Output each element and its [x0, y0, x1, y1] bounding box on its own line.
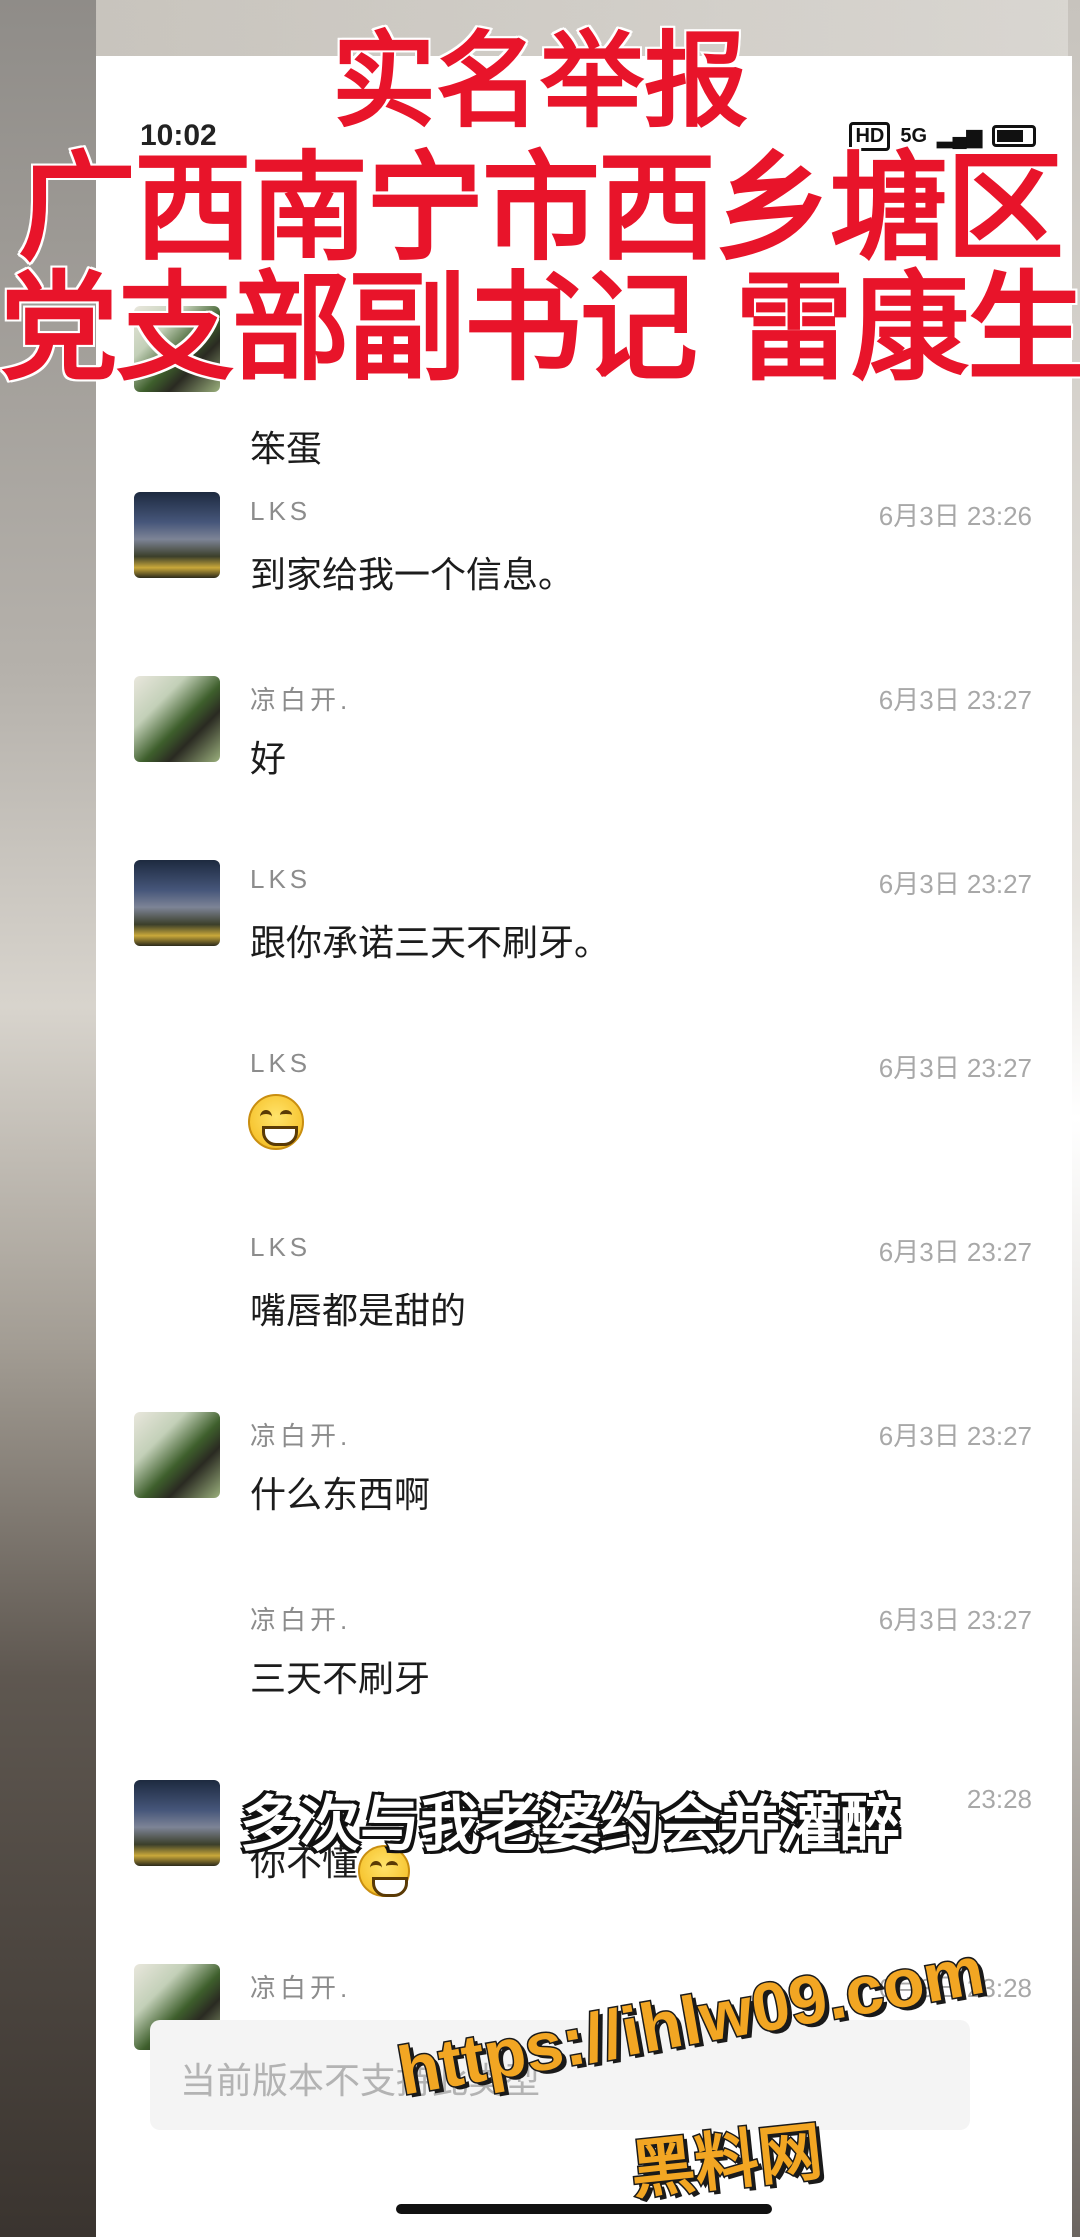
message-time: 23:28: [966, 1784, 1032, 1814]
sender-name: 凉白开.: [250, 1605, 352, 1635]
avatar[interactable]: [134, 676, 220, 762]
sender-name: 凉白开.: [250, 685, 352, 715]
avatar[interactable]: [134, 860, 220, 946]
home-indicator[interactable]: [396, 2204, 772, 2214]
overlay-title-line3: 党支部副书记 雷康生: [0, 257, 1080, 399]
grin-emoji-icon: [248, 1094, 304, 1150]
message-text: 什么东西啊: [250, 1475, 431, 1516]
avatar[interactable]: [134, 1780, 220, 1866]
message-item[interactable]: 凉白开. 6月3日 23:27 三天不刷牙: [96, 1596, 1072, 1780]
message-item[interactable]: LKS 6月3日 23:27: [96, 1044, 1072, 1228]
sender-name: 凉白开.: [250, 1421, 352, 1451]
message-time: 6月3日 23:27: [878, 1421, 1032, 1451]
message-time: 6月3日 23:26: [878, 501, 1032, 531]
message-text: 好: [250, 739, 287, 780]
avatar[interactable]: [134, 1412, 220, 1498]
message-item[interactable]: LKS 6月3日 23:26 到家给我一个信息。: [96, 492, 1072, 676]
message-item[interactable]: 凉白开. 6月3日 23:27 什么东西啊: [96, 1412, 1072, 1596]
sender-name: LKS: [250, 1048, 312, 1078]
message-time: 6月3日 23:27: [878, 869, 1032, 899]
message-item[interactable]: 凉白开. 6月3日 23:27 好: [96, 676, 1072, 860]
message-text: 嘴唇都是甜的: [250, 1291, 467, 1332]
sender-name: 凉白开.: [250, 1973, 352, 2003]
message-text: 三天不刷牙: [250, 1659, 431, 1700]
avatar[interactable]: [134, 492, 220, 578]
message-text: 到家给我一个信息。: [250, 555, 575, 596]
sender-name: LKS: [250, 496, 312, 526]
message-time: 6月3日 23:27: [878, 1237, 1032, 1267]
video-caption: 多次与我老婆约会并灌醉: [239, 1789, 902, 1862]
message-item[interactable]: LKS 6月3日 23:27 跟你承诺三天不刷牙。: [96, 860, 1072, 1044]
sender-name: LKS: [250, 1232, 312, 1262]
message-time: 6月3日 23:27: [878, 1053, 1032, 1083]
message-item[interactable]: LKS 6月3日 23:27 嘴唇都是甜的: [96, 1228, 1072, 1412]
message-time: 6月3日 23:27: [878, 685, 1032, 715]
message-time: 6月3日 23:27: [878, 1605, 1032, 1635]
sender-name: LKS: [250, 864, 312, 894]
message-text: 跟你承诺三天不刷牙。: [250, 923, 611, 964]
message-text: 笨蛋: [250, 429, 323, 470]
